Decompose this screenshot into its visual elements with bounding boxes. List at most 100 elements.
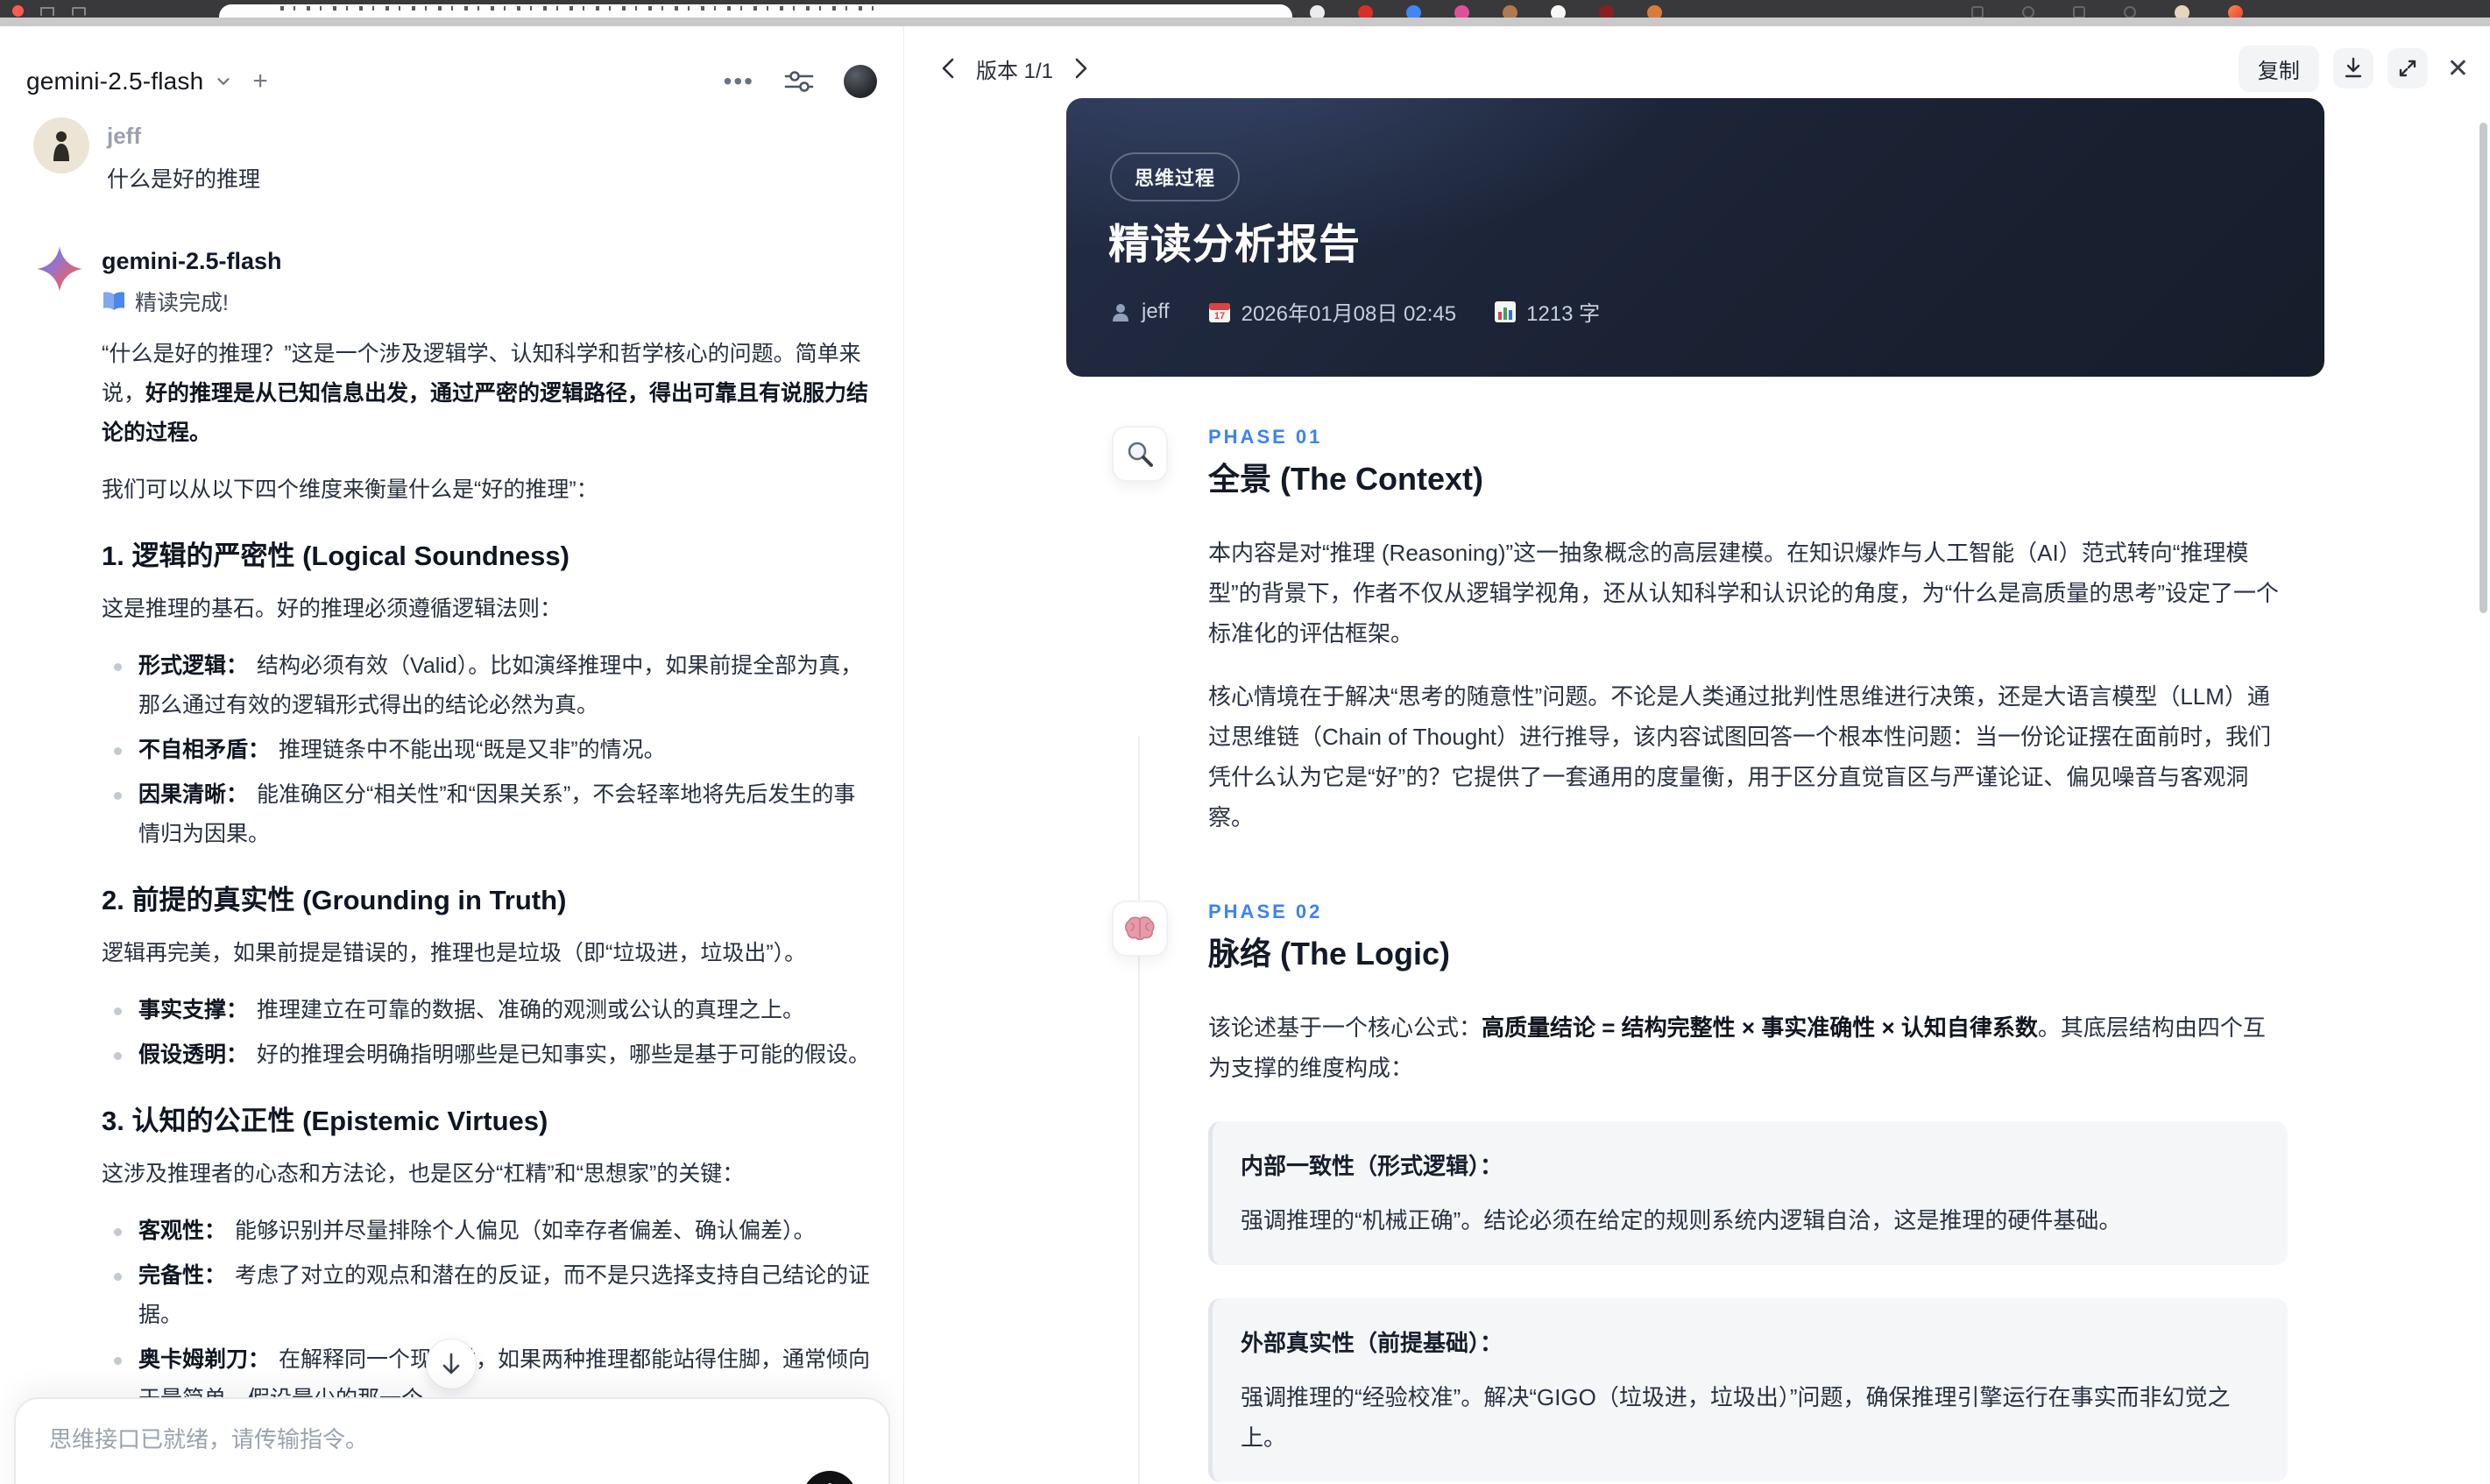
bullet-label: 奥卡姆剃刀： (138, 1347, 271, 1372)
phase-header: PHASE 02 脉络 (The Logic) (1066, 901, 2324, 974)
menu-icon[interactable] (72, 7, 86, 16)
chrome-bottom-strip (0, 18, 2490, 26)
user-avatar[interactable] (844, 65, 877, 98)
chat-header: gemini-2.5-flash + ••• (0, 26, 903, 103)
bold-text: 高质量结论 = 结构完整性 × 事实准确性 × 认知自律系数 (1482, 1014, 2038, 1041)
new-chat-button[interactable]: + (252, 68, 268, 95)
phase-header-text: PHASE 01 全景 (The Context) (1208, 426, 1483, 499)
chat-thread: jeff 什么是好的推理 gemini-2.5-flash 精读完成! “什么是… (0, 103, 903, 1484)
artifact-toolbar: 版本 1/1 复制 ✕ (904, 26, 2490, 98)
text-run: 本内容是对“推理 (Reasoning)”这一抽象概念的高层建模。在知识爆炸与人… (1208, 540, 2279, 647)
tab-title-clipped (280, 6, 876, 11)
phase-list: PHASE 01 全景 (The Context) 本内容是对“推理 (Reason… (1066, 377, 2324, 1484)
window-close-dot[interactable] (12, 5, 24, 17)
tab-grid-icon[interactable] (40, 7, 54, 16)
assistant-status-text: 精读完成! (135, 291, 229, 315)
artifact-pane: 版本 1/1 复制 ✕ 思维过程 精读分析报告 jeff 17 2026年01月… (904, 26, 2490, 1484)
puzzle-icon[interactable] (1971, 6, 1984, 18)
section-lead: 这涉及推理者的心态和方法论，也是区分“杠精”和“思想家”的关键： (102, 1162, 745, 1186)
bullet-label: 形式逻辑： (138, 654, 249, 678)
section-heading: 2. 前提的真实性 (Grounding in Truth) (102, 885, 567, 915)
dimension-card-body: 强调推理的“经验校准”。解决“GIGO（垃圾进，垃圾出）”问题，确保推理引擎运行… (1241, 1384, 2231, 1451)
edit-icon[interactable] (2073, 6, 2085, 18)
version-next-icon[interactable] (1072, 57, 1090, 80)
reload-icon[interactable] (2124, 6, 2136, 18)
chat-pane: gemini-2.5-flash + ••• jeff 什么是好的推理 gemi… (0, 26, 904, 1484)
assistant-response: “什么是好的推理？”这是一个涉及逻辑学、认知科学和哲学核心的问题。简单来说，好的… (102, 335, 873, 1484)
bar-chart-icon (1495, 300, 1517, 322)
phase-title: 全景 (The Context) (1208, 461, 1483, 497)
bullet-label: 不自相矛盾： (138, 738, 271, 762)
dimension-card-title: 内部一致性（形式逻辑）： (1241, 1153, 1503, 1179)
bold-text: 好的推理是从已知信息出发，通过严密的逻辑路径，得出可靠且有说服力结论的过程。 (102, 381, 869, 445)
dimension-card-body: 强调推理的“机械正确”。结论必须在给定的规则系统内逻辑自洽，这是推理的硬件基础。 (1241, 1207, 2122, 1233)
copy-button[interactable]: 复制 (2238, 45, 2319, 92)
phase-paragraph: 该论述基于一个核心公式：高质量结论 = 结构完整性 × 事实准确性 × 认知自律… (1208, 1007, 2288, 1088)
bullet-label: 假设透明： (138, 1042, 249, 1067)
fullscreen-button[interactable] (2387, 48, 2428, 88)
bullet-list: 事实支撑： 推理建立在可靠的数据、准确的观测或公认的真理之上。假设透明： 好的推理会… (102, 991, 873, 1075)
user-name: jeff (107, 123, 141, 149)
meta-datetime: 17 2026年01月08日 02:45 (1208, 296, 1456, 327)
bullet-dot-icon (114, 1273, 122, 1281)
model-selector[interactable]: gemini-2.5-flash (26, 67, 203, 95)
svg-text:17: 17 (1213, 311, 1224, 322)
phase-body: 该论述基于一个核心公式：高质量结论 = 结构完整性 × 事实准确性 × 认知自律… (1208, 1007, 2288, 1484)
section-lead: 逻辑再完美，如果前提是错误的，推理也是垃圾（即“垃圾进，垃圾出”）。 (102, 941, 807, 965)
bullet-dot-icon (114, 663, 122, 671)
person-icon (1113, 303, 1128, 322)
download-button[interactable] (2332, 48, 2373, 88)
bullet-label: 客观性： (138, 1219, 227, 1243)
phase-label: PHASE 01 (1208, 426, 1323, 448)
scrollbar-thumb[interactable] (2479, 123, 2487, 613)
phase-header-text: PHASE 02 脉络 (The Logic) (1208, 901, 1450, 974)
bullet-list: 形式逻辑： 结构必须有效（Valid）。比如演绎推理中，如果前提全部为真，那么通过… (102, 647, 873, 854)
meta-word-count: 1213 字 (1495, 296, 1600, 327)
search-icon (1112, 426, 1168, 482)
bullet-item: 客观性： 能够识别并尽量排除个人偏见（如幸存者偏差、确认偏差）。 (102, 1212, 873, 1251)
version-label: 版本 1/1 (976, 59, 1054, 83)
phase-header: PHASE 01 全景 (The Context) (1066, 426, 2324, 499)
bullet-text: 好的推理会明确指明哪些是已知事实，哪些是基于可能的假设。 (257, 1042, 871, 1067)
dimension-card: 外部真实性（前提基础）： 强调推理的“经验校准”。解决“GIGO（垃圾进，垃圾出）… (1208, 1298, 2288, 1482)
bullet-item: 不自相矛盾： 推理链条中不能出现“既是又非”的情况。 (102, 731, 873, 770)
phase-block: PHASE 01 全景 (The Context) 本内容是对“推理 (Reason… (1066, 426, 2324, 837)
assistant-status: 精读完成! (102, 286, 873, 317)
chevron-down-icon[interactable] (214, 72, 233, 91)
tune-settings-icon[interactable] (784, 68, 814, 95)
jeff-avatar (33, 117, 89, 173)
artifact-title: 精读分析报告 (1108, 221, 1361, 267)
bullet-dot-icon (114, 792, 122, 800)
bullet-dot-icon (114, 1357, 122, 1365)
text-run: 该论述基于一个核心公式： (1208, 1014, 1482, 1041)
dimension-card-title: 外部真实性（前提基础）： (1241, 1330, 1503, 1356)
bullet-dot-icon (114, 1228, 122, 1236)
browser-chrome (0, 0, 2490, 26)
more-options-icon[interactable]: ••• (724, 69, 754, 94)
assistant-message: gemini-2.5-flash 精读完成! “什么是好的推理？”这是一个涉及逻… (33, 244, 877, 1484)
bullet-item: 形式逻辑： 结构必须有效（Valid）。比如演绎推理中，如果前提全部为真，那么通过… (102, 647, 873, 725)
phase-paragraph: 核心情境在于解决“思考的随意性”问题。不论是人类通过批判性思维进行决策，还是大语… (1208, 676, 2288, 837)
close-panel-button[interactable]: ✕ (2442, 53, 2474, 84)
scroll-to-bottom-button[interactable] (426, 1339, 477, 1389)
text-run: 核心情境在于解决“思考的随意性”问题。不论是人类通过批判性思维进行决策，还是大语… (1208, 683, 2272, 830)
bullet-item: 因果清晰： 能准确区分“相关性”和“因果关系”，不会轻率地将先后发生的事情归为因果… (102, 775, 873, 854)
artifact-header-card: 思维过程 精读分析报告 jeff 17 2026年01月08日 02:45 12… (1066, 98, 2324, 377)
bullet-dot-icon (114, 1052, 122, 1060)
composer-placeholder[interactable]: 思维接口已就绪，请传输指令。 (49, 1422, 855, 1454)
bullet-dot-icon (114, 1007, 122, 1015)
response-paragraph: “什么是好的推理？”这是一个涉及逻辑学、认知科学和哲学核心的问题。简单来说，好的… (102, 335, 873, 453)
phase-title: 脉络 (The Logic) (1208, 936, 1450, 972)
message-composer[interactable]: 思维接口已就绪，请传输指令。 (14, 1397, 890, 1484)
book-icon (102, 291, 126, 312)
split-screen-icon[interactable] (2022, 6, 2034, 18)
phase-block: PHASE 02 脉络 (The Logic) 该论述基于一个核心公式：高质量结论 … (1066, 901, 2324, 1484)
bullet-dot-icon (114, 747, 122, 755)
section-heading: 3. 认知的公正性 (Epistemic Virtues) (102, 1106, 548, 1136)
version-prev-icon[interactable] (939, 57, 957, 80)
voice-input-button[interactable] (803, 1471, 857, 1484)
bullet-item: 事实支撑： 推理建立在可靠的数据、准确的观测或公认的真理之上。 (102, 991, 873, 1030)
bullet-label: 因果清晰： (138, 782, 249, 807)
bullet-item: 假设透明： 好的推理会明确指明哪些是已知事实，哪些是基于可能的假设。 (102, 1035, 873, 1075)
text-run: 我们可以从以下四个维度来衡量什么是“好的推理”： (102, 477, 598, 502)
